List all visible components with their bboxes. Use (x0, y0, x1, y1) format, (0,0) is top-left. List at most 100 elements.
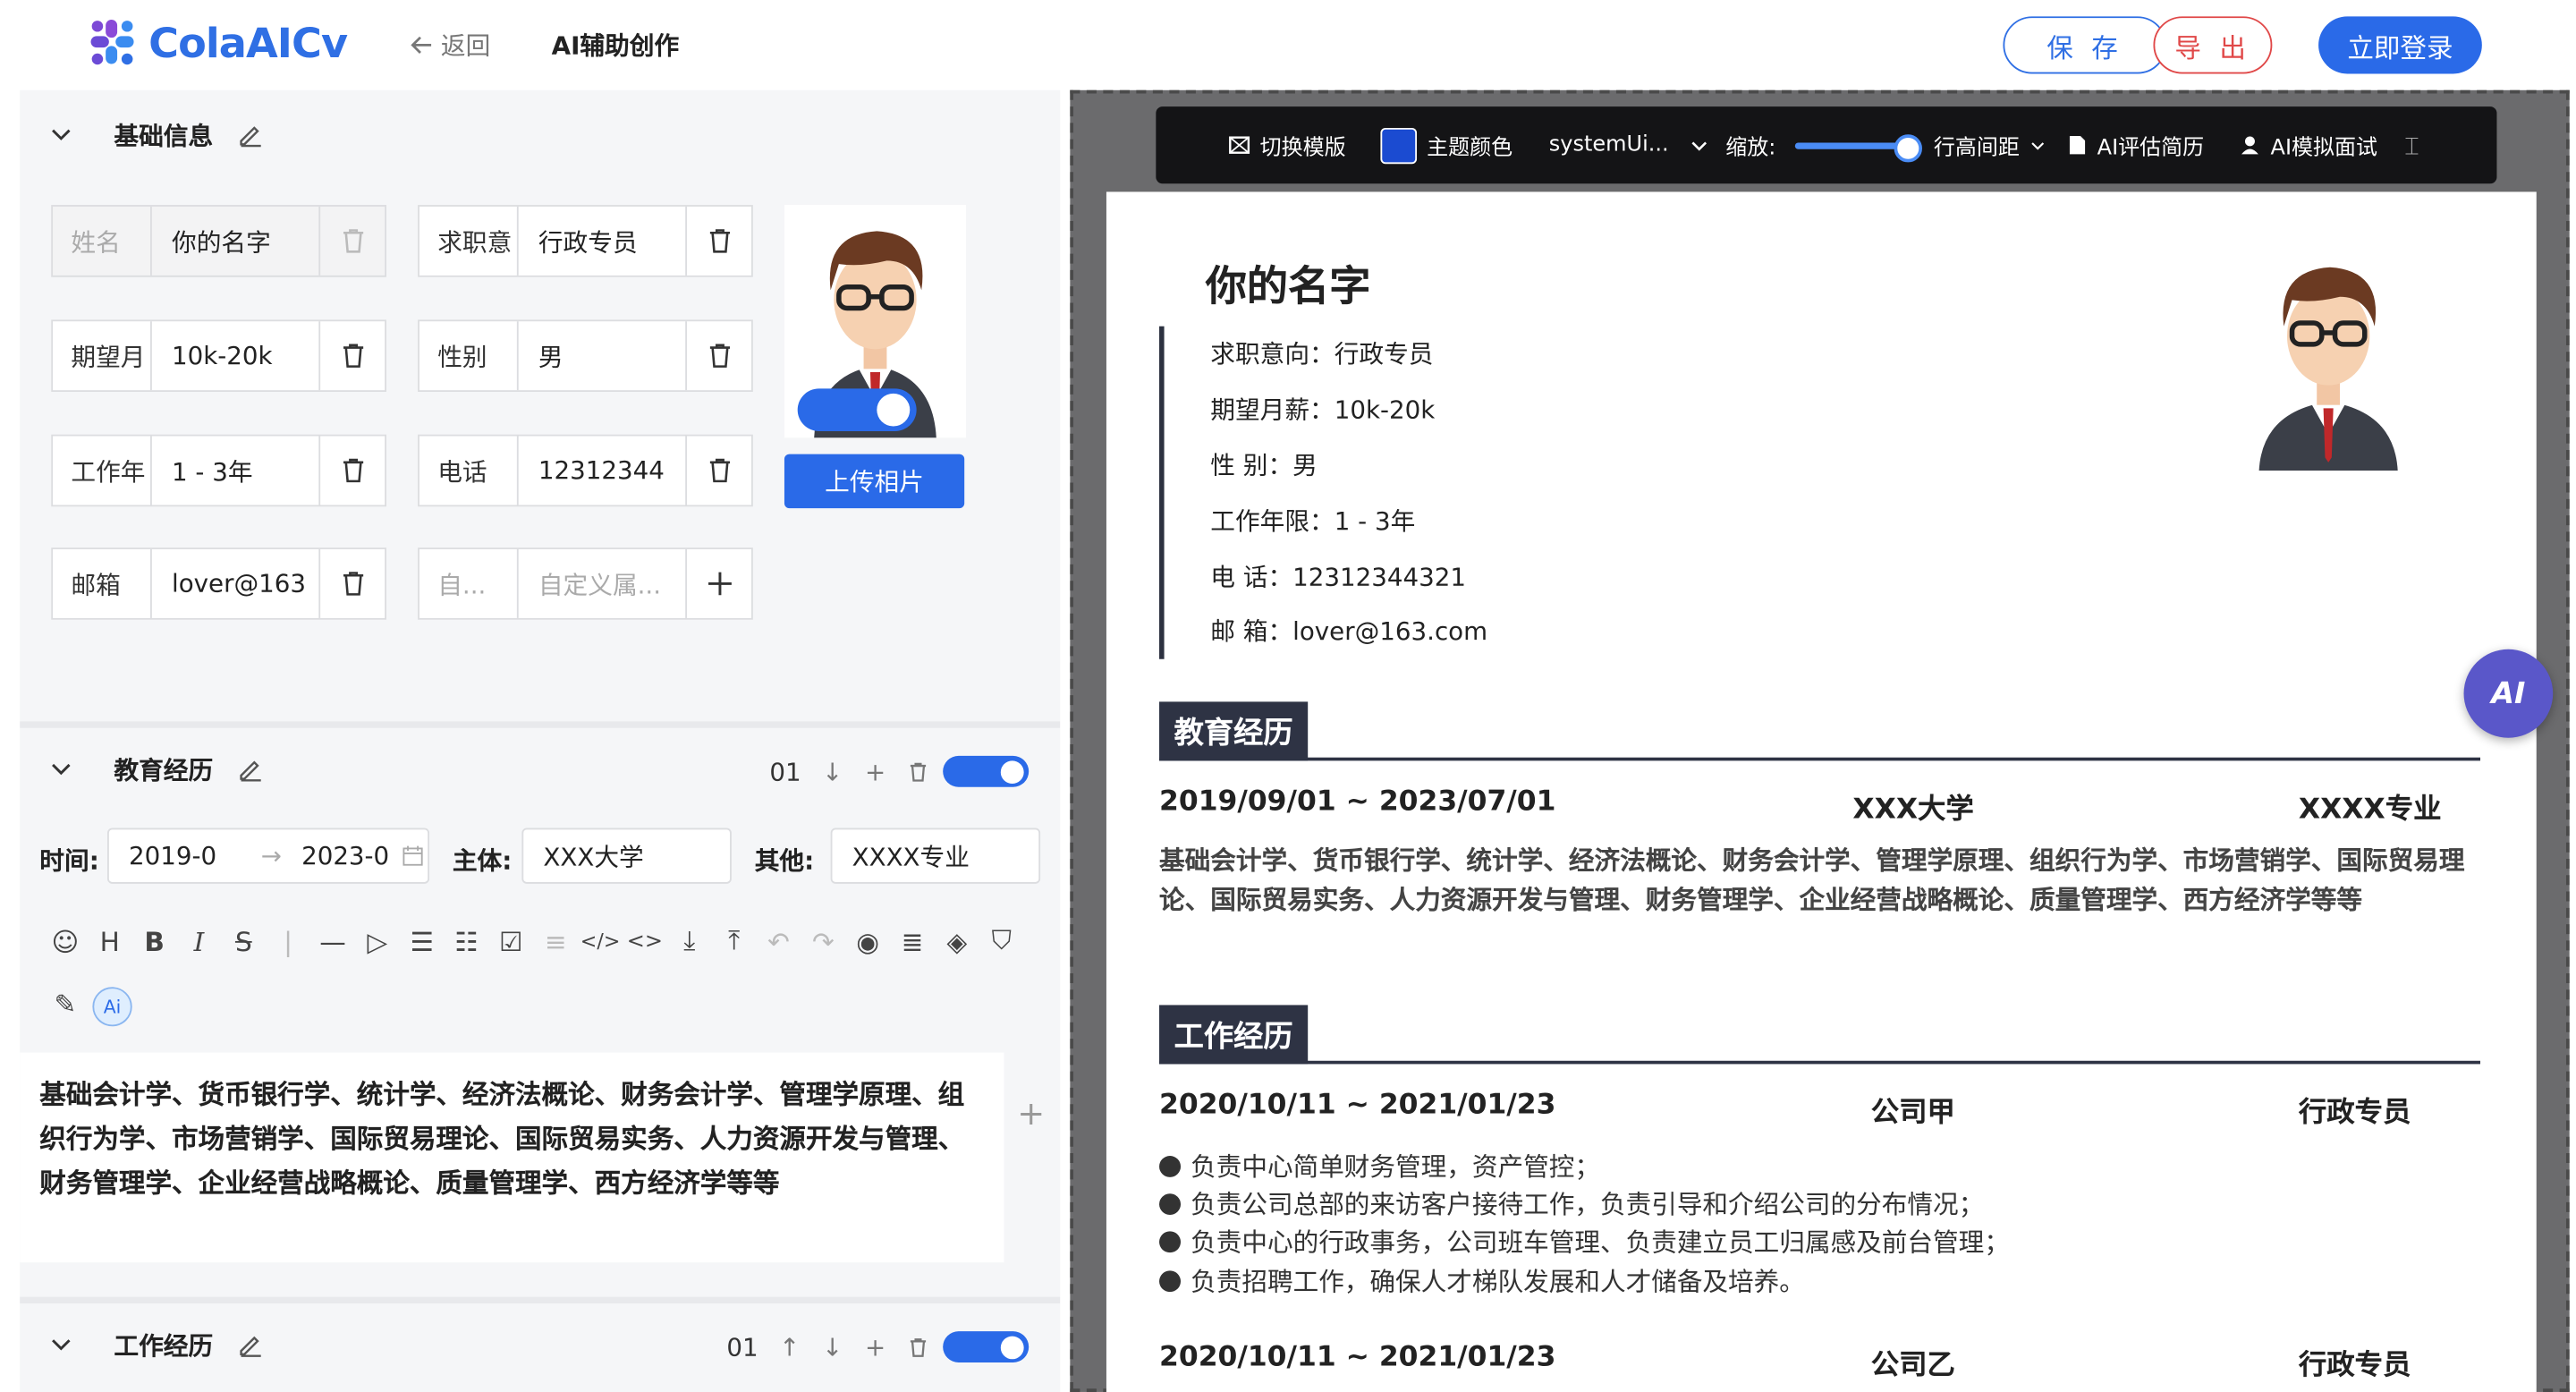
basic-info-header[interactable]: 基础信息 (20, 102, 1060, 167)
ai-evaluate-button[interactable]: AI评估简历 (2067, 130, 2204, 161)
plus-icon (708, 572, 731, 596)
job-input[interactable]: 行政专员 (519, 206, 688, 276)
chevron-down-icon[interactable] (49, 758, 72, 781)
color-swatch[interactable] (1380, 127, 1418, 164)
insert-after-icon[interactable]: ⤓ (667, 925, 712, 958)
edu-date: 2019/09/01 ~ 2023/07/01 (1159, 785, 1556, 819)
ai-interview-button[interactable]: AI模拟面试 (2239, 130, 2377, 161)
edit-icon[interactable] (236, 120, 266, 149)
custom-label-input[interactable]: 自... (419, 548, 519, 618)
theme-color-button[interactable]: 主题颜色 (1380, 127, 1513, 164)
end-date[interactable]: 2023-0 (301, 841, 401, 870)
upload-photo-button[interactable]: 上传相片 (784, 454, 965, 509)
date-range-input[interactable]: 2019-0 → 2023-0 (107, 828, 430, 884)
ordered-list-icon[interactable]: ☷ (445, 925, 489, 958)
bullet-list-icon[interactable]: ☰ (400, 925, 445, 958)
logo[interactable]: ColaAICv (86, 16, 348, 69)
subject-input[interactable]: XXX大学 (521, 828, 732, 884)
edu-school: XXX大学 (1852, 794, 1974, 827)
move-down-icon[interactable]: ↓ (821, 1333, 844, 1362)
delete-button[interactable] (320, 207, 385, 276)
strikethrough-icon[interactable]: S (221, 925, 266, 958)
heading-icon[interactable]: H (88, 925, 132, 958)
edit-icon[interactable]: ✎ (43, 987, 88, 1020)
education-row: 时间: 2019-0 → 2023-0 主体: XXX大学 其他: XXXX专业 (20, 828, 1060, 887)
bullet-text: 负责中心简单财务管理，资产管控； (1191, 1152, 1600, 1183)
field-label: 电话 (419, 436, 519, 505)
delete-button[interactable] (320, 549, 385, 618)
name-input[interactable]: 你的名字 (152, 206, 321, 276)
move-up-icon[interactable]: ↑ (778, 1333, 801, 1362)
education-title: 教育经历 (114, 754, 214, 785)
info-line: 邮 箱：lover@163.com (1210, 616, 1488, 647)
add-icon[interactable]: + (864, 758, 887, 787)
delete-button[interactable] (320, 321, 385, 390)
years-input[interactable]: 1 - 3年 (152, 436, 321, 505)
work-bullet: 负责招聘工作，确保人才梯队发展和人才储备及培养。 (1159, 1262, 1805, 1298)
trash-icon[interactable] (907, 760, 930, 784)
bold-icon[interactable]: B (132, 925, 177, 958)
undo-icon[interactable]: ↶ (757, 925, 801, 958)
delete-button[interactable] (687, 321, 751, 390)
italic-icon[interactable]: I (177, 925, 222, 958)
zoom-slider[interactable] (1795, 133, 1923, 162)
edit-icon[interactable] (236, 754, 266, 784)
preview-eye-icon[interactable]: ◉ (845, 925, 890, 958)
education-editor[interactable]: 基础会计学、货币银行学、统计学、经济法概论、财务会计学、管理学原理、组织行为学、… (20, 1052, 1004, 1263)
align-icon[interactable]: ≣ (890, 925, 935, 958)
photo-toggle[interactable] (797, 388, 917, 432)
add-icon[interactable]: + (864, 1333, 887, 1362)
info-line: 性 别：男 (1210, 450, 1318, 480)
delete-button[interactable] (320, 436, 385, 505)
paint-bucket-icon[interactable]: ◈ (935, 925, 979, 958)
switch-template-button[interactable]: 切换模版 (1229, 130, 1346, 161)
insert-before-icon[interactable]: ⤒ (712, 925, 757, 958)
code-icon[interactable]: </> (578, 925, 623, 958)
trash-icon (343, 344, 363, 368)
chevron-down-icon[interactable] (49, 123, 72, 146)
trash-icon (343, 458, 363, 483)
inline-code-icon[interactable]: <> (623, 925, 667, 958)
email-input[interactable]: lover@163 (152, 548, 321, 618)
bullet-text: 负责公司总部的来访客户接待工作，负责引导和介绍公司的分布情况； (1191, 1190, 1985, 1220)
plus-icon[interactable]: + (1017, 1093, 1045, 1133)
text-cursor-icon[interactable]: ⌶ (2404, 131, 2419, 160)
quote-icon[interactable]: ▷ (355, 925, 400, 958)
gender-input[interactable]: 男 (519, 321, 688, 391)
delete-button[interactable] (687, 436, 751, 505)
salary-input[interactable]: 10k-20k (152, 321, 321, 391)
save-button[interactable]: 保 存 (2003, 16, 2167, 74)
start-date[interactable]: 2019-0 (129, 841, 242, 870)
edit-icon[interactable] (236, 1329, 266, 1359)
work-toggle[interactable] (943, 1331, 1030, 1362)
education-toggle[interactable] (943, 755, 1030, 787)
work-date: 2020/10/11 ~ 2021/01/23 (1159, 1341, 1556, 1374)
shirt-icon[interactable]: ⛉ (979, 925, 1024, 958)
add-button[interactable] (687, 549, 751, 618)
horizontal-rule-icon[interactable]: — (310, 925, 355, 958)
chevron-down-icon[interactable] (49, 1333, 72, 1356)
indent-icon[interactable]: ≡ (533, 925, 578, 958)
line-height-select[interactable]: 行高间距 (1934, 130, 2046, 161)
ai-assistant-button[interactable]: AI (2463, 649, 2554, 738)
move-down-icon[interactable]: ↓ (821, 758, 844, 787)
subject-label: 主体: (452, 845, 513, 876)
delete-button[interactable] (687, 207, 751, 276)
time-label: 时间: (39, 845, 99, 876)
other-label: 其他: (754, 845, 815, 876)
custom-value-input[interactable]: 自定义属... (519, 548, 688, 618)
font-select[interactable]: systemUi... (1549, 132, 1708, 157)
trash-icon[interactable] (907, 1337, 930, 1360)
phone-input[interactable]: 12312344 (519, 436, 688, 505)
checklist-icon[interactable]: ☑ (488, 925, 533, 958)
emoji-icon[interactable]: ☺ (43, 925, 88, 958)
other-input[interactable]: XXXX专业 (830, 828, 1041, 884)
login-button[interactable]: 立即登录 (2318, 16, 2482, 74)
field-label: 工作年 (53, 436, 152, 505)
redo-icon[interactable]: ↷ (801, 925, 845, 958)
field-label: 邮箱 (53, 548, 152, 618)
back-link[interactable]: 返回 (410, 28, 490, 62)
export-button[interactable]: 导 出 (2153, 16, 2273, 74)
ai-chip-button[interactable]: Ai (92, 987, 132, 1027)
template-icon (1229, 136, 1250, 154)
